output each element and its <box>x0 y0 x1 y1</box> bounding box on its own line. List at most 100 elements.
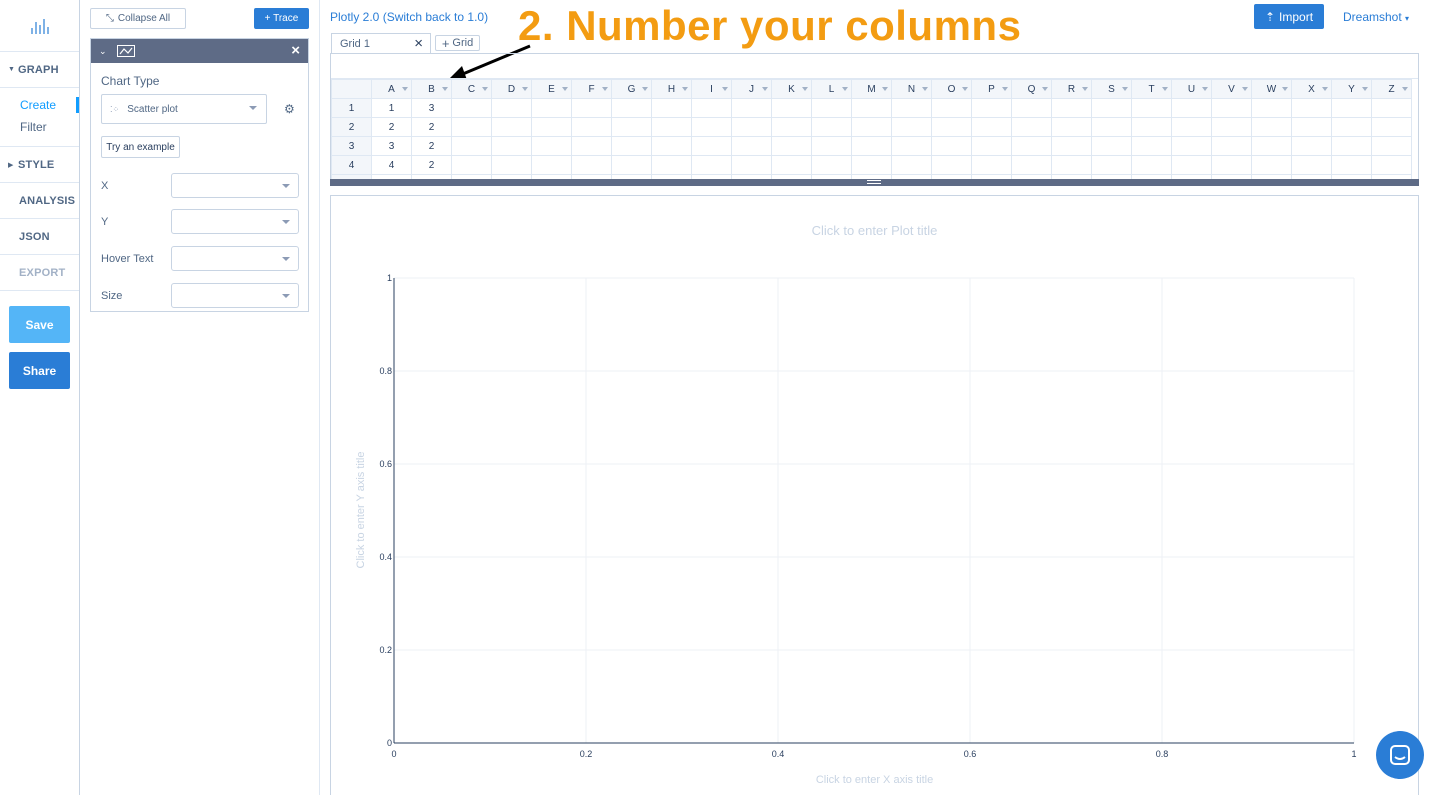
grid-cell[interactable] <box>731 136 772 156</box>
nav-section-graph[interactable]: ▼ GRAPH <box>0 52 79 88</box>
column-menu-icon[interactable] <box>882 87 888 91</box>
grid-cell[interactable] <box>1251 136 1292 156</box>
grid-cell[interactable] <box>1331 155 1372 175</box>
column-header-e[interactable]: E <box>531 79 572 99</box>
column-header-q[interactable]: Q <box>1011 79 1052 99</box>
column-menu-icon[interactable] <box>1322 87 1328 91</box>
grid-cell[interactable] <box>1051 136 1092 156</box>
grid-cell[interactable] <box>1211 117 1252 137</box>
column-header-m[interactable]: M <box>851 79 892 99</box>
grid-cell[interactable] <box>451 117 492 137</box>
column-menu-icon[interactable] <box>1002 87 1008 91</box>
column-menu-icon[interactable] <box>1202 87 1208 91</box>
trace-header[interactable]: ⌄ × <box>91 39 308 63</box>
column-menu-icon[interactable] <box>1282 87 1288 91</box>
row-number[interactable]: 4 <box>331 155 372 175</box>
column-menu-icon[interactable] <box>842 87 848 91</box>
nav-item-filter[interactable]: Filter <box>0 116 79 138</box>
grid-cell[interactable] <box>971 136 1012 156</box>
grid-cell[interactable] <box>851 117 892 137</box>
grid-cell[interactable] <box>1291 136 1332 156</box>
drag-handle-icon[interactable] <box>867 180 881 184</box>
add-grid-button[interactable]: + Grid <box>435 35 480 51</box>
grid-cell[interactable] <box>491 136 532 156</box>
grid-cell[interactable]: 2 <box>411 155 452 175</box>
add-trace-button[interactable]: + Trace <box>254 8 309 29</box>
chevron-down-icon[interactable]: ⌄ <box>99 46 107 57</box>
grid-cell[interactable] <box>1171 155 1212 175</box>
grid-cell[interactable] <box>731 98 772 118</box>
grid-cell[interactable] <box>1091 98 1132 118</box>
grid-cell[interactable] <box>691 98 732 118</box>
grid-cell[interactable] <box>1051 117 1092 137</box>
column-header-b[interactable]: B <box>411 79 452 99</box>
grid-cell[interactable] <box>691 136 732 156</box>
grid-cell[interactable] <box>1011 117 1052 137</box>
grid-cell[interactable] <box>451 98 492 118</box>
grid-cell[interactable] <box>1331 117 1372 137</box>
column-menu-icon[interactable] <box>602 87 608 91</box>
grid-cell[interactable] <box>691 155 732 175</box>
nav-section-style[interactable]: ▶ STYLE <box>0 147 79 183</box>
collapse-all-button[interactable]: ⤡ Collapse All <box>90 8 186 29</box>
column-menu-icon[interactable] <box>482 87 488 91</box>
grid-cell[interactable] <box>1051 98 1092 118</box>
column-header-y[interactable]: Y <box>1331 79 1372 99</box>
grid-cell[interactable] <box>811 117 852 137</box>
grid-cell[interactable] <box>1331 98 1372 118</box>
grid-cell[interactable] <box>1171 136 1212 156</box>
grid-cell[interactable] <box>1011 155 1052 175</box>
grid-cell[interactable] <box>931 155 972 175</box>
column-menu-icon[interactable] <box>1242 87 1248 91</box>
grid-cell[interactable] <box>491 155 532 175</box>
save-button[interactable]: Save <box>9 306 70 343</box>
grid-cell[interactable] <box>771 155 812 175</box>
grid-cell[interactable] <box>491 117 532 137</box>
hover-text-select[interactable] <box>171 246 299 271</box>
tab-grid-1[interactable]: Grid 1 × <box>331 33 431 54</box>
nav-item-create[interactable]: Create <box>0 94 79 116</box>
nav-section-json[interactable]: JSON <box>0 219 79 255</box>
plotly-logo[interactable] <box>0 0 79 52</box>
grid-cell[interactable] <box>571 136 612 156</box>
x-axis-title-placeholder[interactable]: Click to enter X axis title <box>330 774 1419 786</box>
grid-cell[interactable] <box>931 136 972 156</box>
column-header-p[interactable]: P <box>971 79 1012 99</box>
column-menu-icon[interactable] <box>522 87 528 91</box>
grid-cell[interactable] <box>651 155 692 175</box>
grid-cell[interactable] <box>851 136 892 156</box>
column-menu-icon[interactable] <box>642 87 648 91</box>
column-header-i[interactable]: I <box>691 79 732 99</box>
grid-cell[interactable] <box>651 98 692 118</box>
grid-cell[interactable] <box>731 155 772 175</box>
column-menu-icon[interactable] <box>1042 87 1048 91</box>
grid-cell[interactable] <box>851 155 892 175</box>
grid-cell[interactable] <box>1011 98 1052 118</box>
grid-cell[interactable] <box>1251 98 1292 118</box>
grid-cell[interactable] <box>651 136 692 156</box>
grid-cell[interactable] <box>1051 155 1092 175</box>
grid-cell[interactable] <box>1291 155 1332 175</box>
grid-cell[interactable] <box>531 155 572 175</box>
grid-cell[interactable] <box>531 117 572 137</box>
row-number[interactable]: 1 <box>331 98 372 118</box>
grid-cell[interactable] <box>571 98 612 118</box>
grid-cell[interactable] <box>611 136 652 156</box>
grid-cell[interactable] <box>611 117 652 137</box>
grid-cell[interactable] <box>1331 136 1372 156</box>
column-menu-icon[interactable] <box>1122 87 1128 91</box>
grid-cell[interactable] <box>691 117 732 137</box>
column-header-o[interactable]: O <box>931 79 972 99</box>
column-header-w[interactable]: W <box>1251 79 1292 99</box>
grid-cell[interactable] <box>1291 117 1332 137</box>
grid-cell[interactable] <box>1291 98 1332 118</box>
grid-cell[interactable] <box>1091 136 1132 156</box>
column-header-x[interactable]: X <box>1291 79 1332 99</box>
size-select[interactable] <box>171 283 299 308</box>
grid-cell[interactable] <box>1371 98 1412 118</box>
column-menu-icon[interactable] <box>562 87 568 91</box>
grid-cell[interactable]: 1 <box>371 98 412 118</box>
y-column-select[interactable] <box>171 209 299 234</box>
column-header-s[interactable]: S <box>1091 79 1132 99</box>
grid-cell[interactable] <box>771 136 812 156</box>
